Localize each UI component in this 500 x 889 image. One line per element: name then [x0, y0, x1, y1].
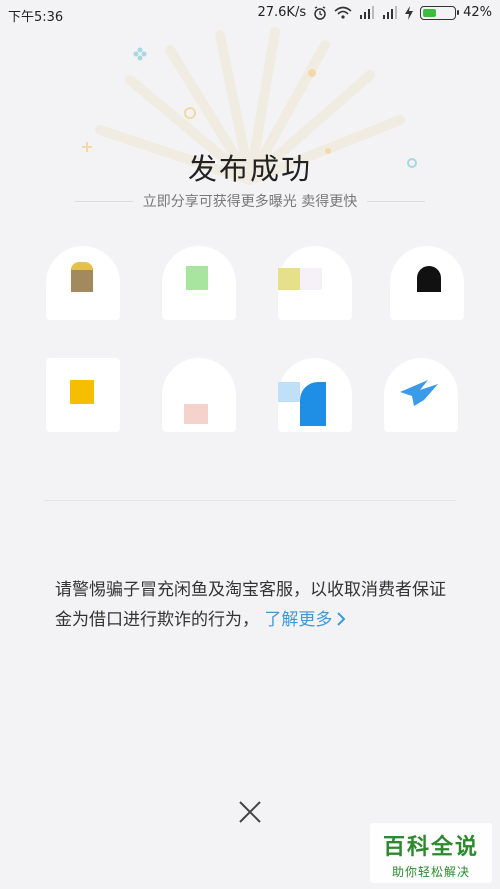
divider — [44, 500, 456, 501]
charging-icon — [405, 5, 414, 20]
share-icon-6 — [184, 404, 208, 424]
share-icon-1-top — [71, 262, 93, 270]
share-icon-4 — [417, 266, 441, 292]
share-icon-2 — [186, 266, 208, 290]
chevron-right-icon — [337, 612, 346, 626]
status-icons: 27.6K/s 42% — [257, 5, 492, 20]
learn-more-label: 了解更多 — [264, 610, 333, 630]
network-speed: 27.6K/s — [257, 5, 307, 20]
signal-icon-1 — [360, 6, 375, 19]
battery-fill — [423, 8, 436, 17]
status-bar: 下午5:36 27.6K/s 42% — [0, 0, 500, 28]
scam-warning-text: 请警惕骗子冒充闲鱼及淘宝客服，以收取消费者保证金为借口进行欺诈的行为， — [55, 580, 446, 630]
share-icon-7-b — [278, 382, 300, 402]
share-icon-1 — [71, 268, 93, 292]
watermark-logo: 百科全说 助你轻松解决 — [370, 823, 492, 883]
battery-percent: 42% — [463, 5, 492, 20]
page-subtitle: 立即分享可获得更多曝光 卖得更快 — [142, 194, 358, 210]
share-target-4[interactable] — [390, 246, 464, 320]
share-icon-3-b — [300, 268, 322, 290]
wifi-icon — [334, 6, 352, 19]
share-target-8[interactable] — [384, 358, 458, 432]
watermark-main: 百科全说 — [382, 835, 479, 860]
share-target-1[interactable] — [46, 246, 120, 320]
close-icon[interactable] — [234, 796, 266, 828]
battery-cap — [457, 9, 460, 15]
signal-icon-2 — [383, 6, 398, 19]
share-target-7[interactable] — [278, 358, 352, 432]
share-target-5[interactable] — [46, 358, 120, 432]
share-target-6[interactable] — [162, 358, 236, 432]
share-icon-7 — [300, 382, 326, 426]
status-time: 下午5:36 — [8, 10, 64, 25]
battery-icon — [420, 5, 460, 20]
share-icon-8 — [400, 380, 438, 406]
watermark-sub: 助你轻松解决 — [391, 865, 470, 879]
share-target-3[interactable] — [278, 246, 352, 320]
scam-warning-notice: 请警惕骗子冒充闲鱼及淘宝客服，以收取消费者保证金为借口进行欺诈的行为， 了解更多 — [55, 575, 455, 635]
share-icon-3 — [278, 268, 300, 290]
page-title: 发布成功 — [187, 152, 312, 186]
share-target-2[interactable] — [162, 246, 236, 320]
subtitle-line-right — [367, 200, 426, 202]
subtitle-row: 立即分享可获得更多曝光 卖得更快 — [75, 191, 426, 211]
subtitle-line-left — [75, 200, 133, 202]
celebration-burst-decoration — [82, 27, 417, 185]
alarm-icon — [314, 5, 326, 20]
share-icon-5 — [70, 380, 94, 404]
learn-more-link[interactable]: 了解更多 — [264, 610, 346, 630]
